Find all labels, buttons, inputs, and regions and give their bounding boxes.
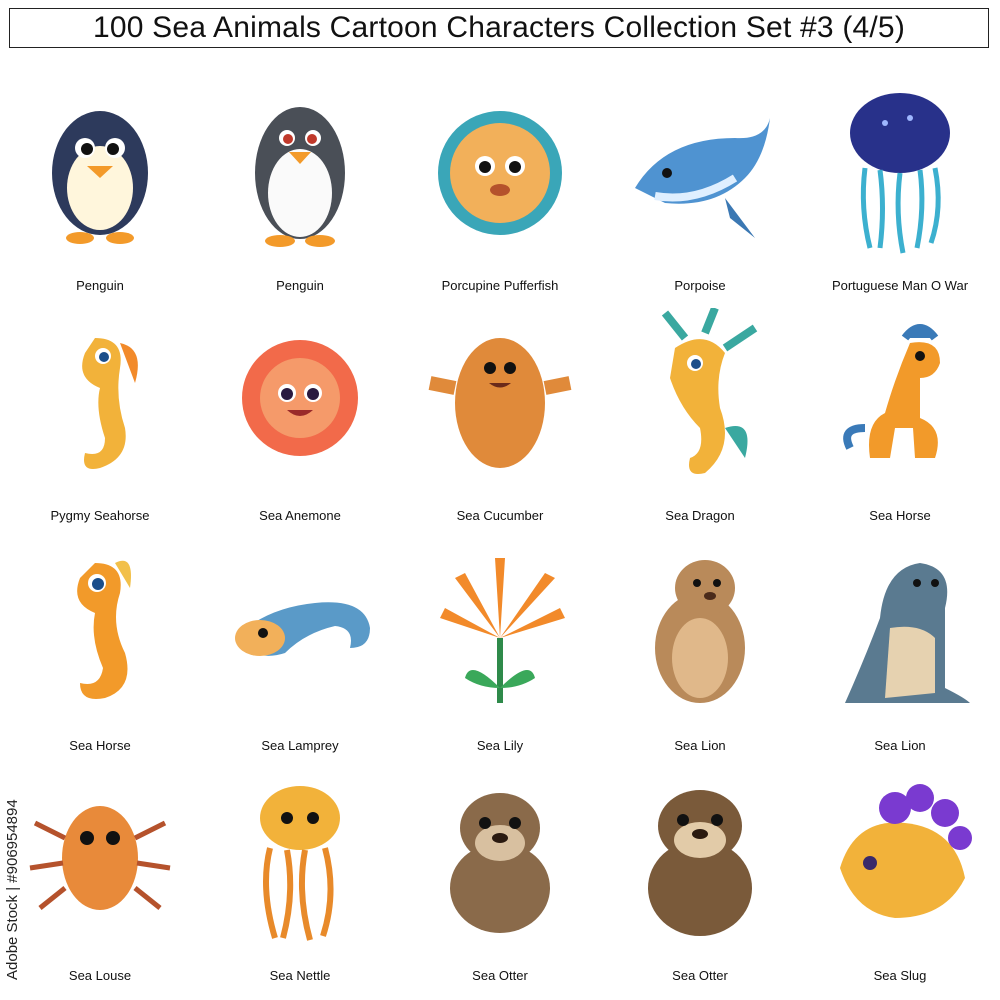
jellyfish-icon: [825, 78, 975, 258]
character-card: Porcupine Pufferfish: [400, 60, 600, 293]
character-card: Sea Lamprey: [200, 520, 400, 753]
sea-otter-icon: [625, 768, 775, 948]
character-card: Pygmy Seahorse: [0, 290, 200, 523]
seahorse-icon: [825, 308, 975, 488]
character-label: Sea Otter: [472, 968, 528, 983]
penguin-icon: [25, 78, 175, 258]
character-card: Sea Lion: [600, 520, 800, 753]
sea-lily-icon: [425, 538, 575, 718]
character-label: Sea Louse: [68, 968, 132, 983]
sea-lion-icon: [625, 538, 775, 718]
sea-cucumber-icon: [425, 308, 575, 488]
character-card: Sea Slug: [800, 750, 1000, 983]
page-title: 100 Sea Animals Cartoon Characters Colle…: [92, 11, 906, 44]
sea-dragon-icon: [625, 308, 775, 488]
sea-lion-icon: [825, 538, 975, 718]
seahorse-icon: [25, 308, 175, 488]
sea-slug-icon: [825, 768, 975, 948]
character-card: Porpoise: [600, 60, 800, 293]
character-card: Penguin: [0, 60, 200, 293]
penguin-icon: [225, 78, 375, 258]
character-card: Sea Nettle: [200, 750, 400, 983]
character-card: Sea Horse: [0, 520, 200, 753]
character-card: Penguin: [200, 60, 400, 293]
character-label: Sea Otter: [672, 968, 728, 983]
character-card: Sea Otter: [600, 750, 800, 983]
sea-lamprey-icon: [225, 538, 375, 718]
character-card: Sea Cucumber: [400, 290, 600, 523]
title-banner: 100 Sea Animals Cartoon Characters Colle…: [9, 8, 989, 48]
character-card: Sea Anemone: [200, 290, 400, 523]
sea-anemone-icon: [225, 308, 375, 488]
sea-otter-icon: [425, 768, 575, 948]
character-card: Portuguese Man O War: [800, 60, 1000, 293]
sea-louse-icon: [25, 768, 175, 948]
porpoise-icon: [625, 78, 775, 258]
seahorse-icon: [25, 538, 175, 718]
character-card: Sea Dragon: [600, 290, 800, 523]
character-card: Sea Lion: [800, 520, 1000, 753]
character-card: Sea Lily: [400, 520, 600, 753]
jellyfish-icon: [225, 768, 375, 948]
pufferfish-icon: [425, 78, 575, 258]
character-card: Sea Otter: [400, 750, 600, 983]
character-card: Sea Horse: [800, 290, 1000, 523]
character-label: Sea Slug: [873, 968, 927, 983]
character-card: Sea Louse: [0, 750, 200, 983]
character-label: Sea Nettle: [269, 968, 331, 983]
